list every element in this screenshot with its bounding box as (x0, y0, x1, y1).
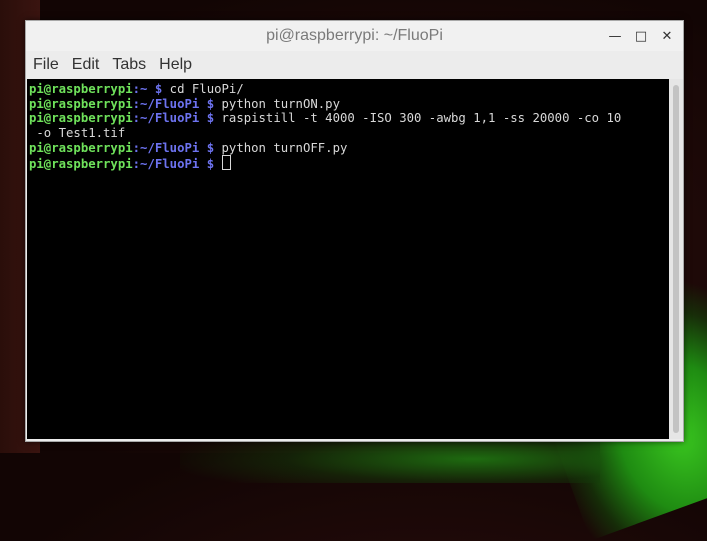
terminal-line: pi@raspberrypi:~ $ cd FluoPi/ (29, 82, 679, 97)
menu-bar: File Edit Tabs Help (26, 51, 683, 78)
prompt-path: :~/FluoPi (132, 157, 200, 172)
menu-edit[interactable]: Edit (72, 56, 107, 74)
text-cursor (221, 155, 231, 171)
menu-file[interactable]: File (33, 56, 66, 74)
title-bar[interactable]: pi@raspberrypi: ~/FluoPi — □ ✕ (26, 21, 683, 51)
terminal-line: -o Test1.tif (29, 126, 679, 141)
scrollbar-thumb[interactable] (673, 85, 679, 433)
terminal-line: pi@raspberrypi:~/FluoPi $ python turnOFF… (29, 141, 679, 156)
close-button[interactable]: ✕ (657, 27, 677, 45)
terminal-output[interactable]: pi@raspberrypi:~ $ cd FluoPi/ pi@raspber… (27, 79, 679, 439)
prompt-user: pi@raspberrypi (29, 140, 133, 155)
prompt-user: pi@raspberrypi (29, 82, 133, 96)
terminal-scrollbar[interactable] (669, 79, 683, 439)
window-controls: — □ ✕ (605, 27, 677, 45)
menu-help[interactable]: Help (159, 56, 199, 74)
prompt-path: :~/FluoPi (132, 111, 200, 126)
prompt-symbol: $ (199, 140, 215, 155)
prompt-user: pi@raspberrypi (29, 96, 133, 111)
terminal-line: pi@raspberrypi:~/FluoPi $ python turnON.… (29, 97, 679, 112)
prompt-path: :~ (132, 82, 148, 96)
terminal-line-current[interactable]: pi@raspberrypi:~/FluoPi $ (29, 155, 679, 172)
prompt-symbol: $ (199, 96, 215, 111)
terminal-window: pi@raspberrypi: ~/FluoPi — □ ✕ File Edit… (25, 20, 684, 442)
minimize-button[interactable]: — (605, 27, 625, 45)
prompt-path: :~/FluoPi (132, 140, 200, 155)
prompt-user: pi@raspberrypi (29, 111, 133, 126)
terminal-lines: pi@raspberrypi:~ $ cd FluoPi/ pi@raspber… (27, 79, 679, 172)
command-text: python turnON.py (214, 96, 340, 111)
maximize-button[interactable]: □ (631, 27, 651, 45)
command-text: cd FluoPi/ (162, 82, 244, 96)
terminal-line: pi@raspberrypi:~/FluoPi $ raspistill -t … (29, 111, 679, 126)
command-input[interactable] (214, 157, 221, 171)
prompt-path: :~/FluoPi (132, 96, 200, 111)
menu-tabs[interactable]: Tabs (112, 56, 153, 74)
prompt-symbol: $ (199, 157, 215, 172)
command-text: python turnOFF.py (214, 140, 348, 155)
prompt-symbol: $ (199, 111, 215, 126)
window-title: pi@raspberrypi: ~/FluoPi (266, 27, 443, 44)
prompt-user: pi@raspberrypi (29, 157, 133, 172)
command-text: raspistill -t 4000 -ISO 300 -awbg 1,1 -s… (214, 111, 622, 126)
command-text-continuation: -o Test1.tif (29, 126, 126, 141)
prompt-symbol: $ (147, 82, 163, 96)
